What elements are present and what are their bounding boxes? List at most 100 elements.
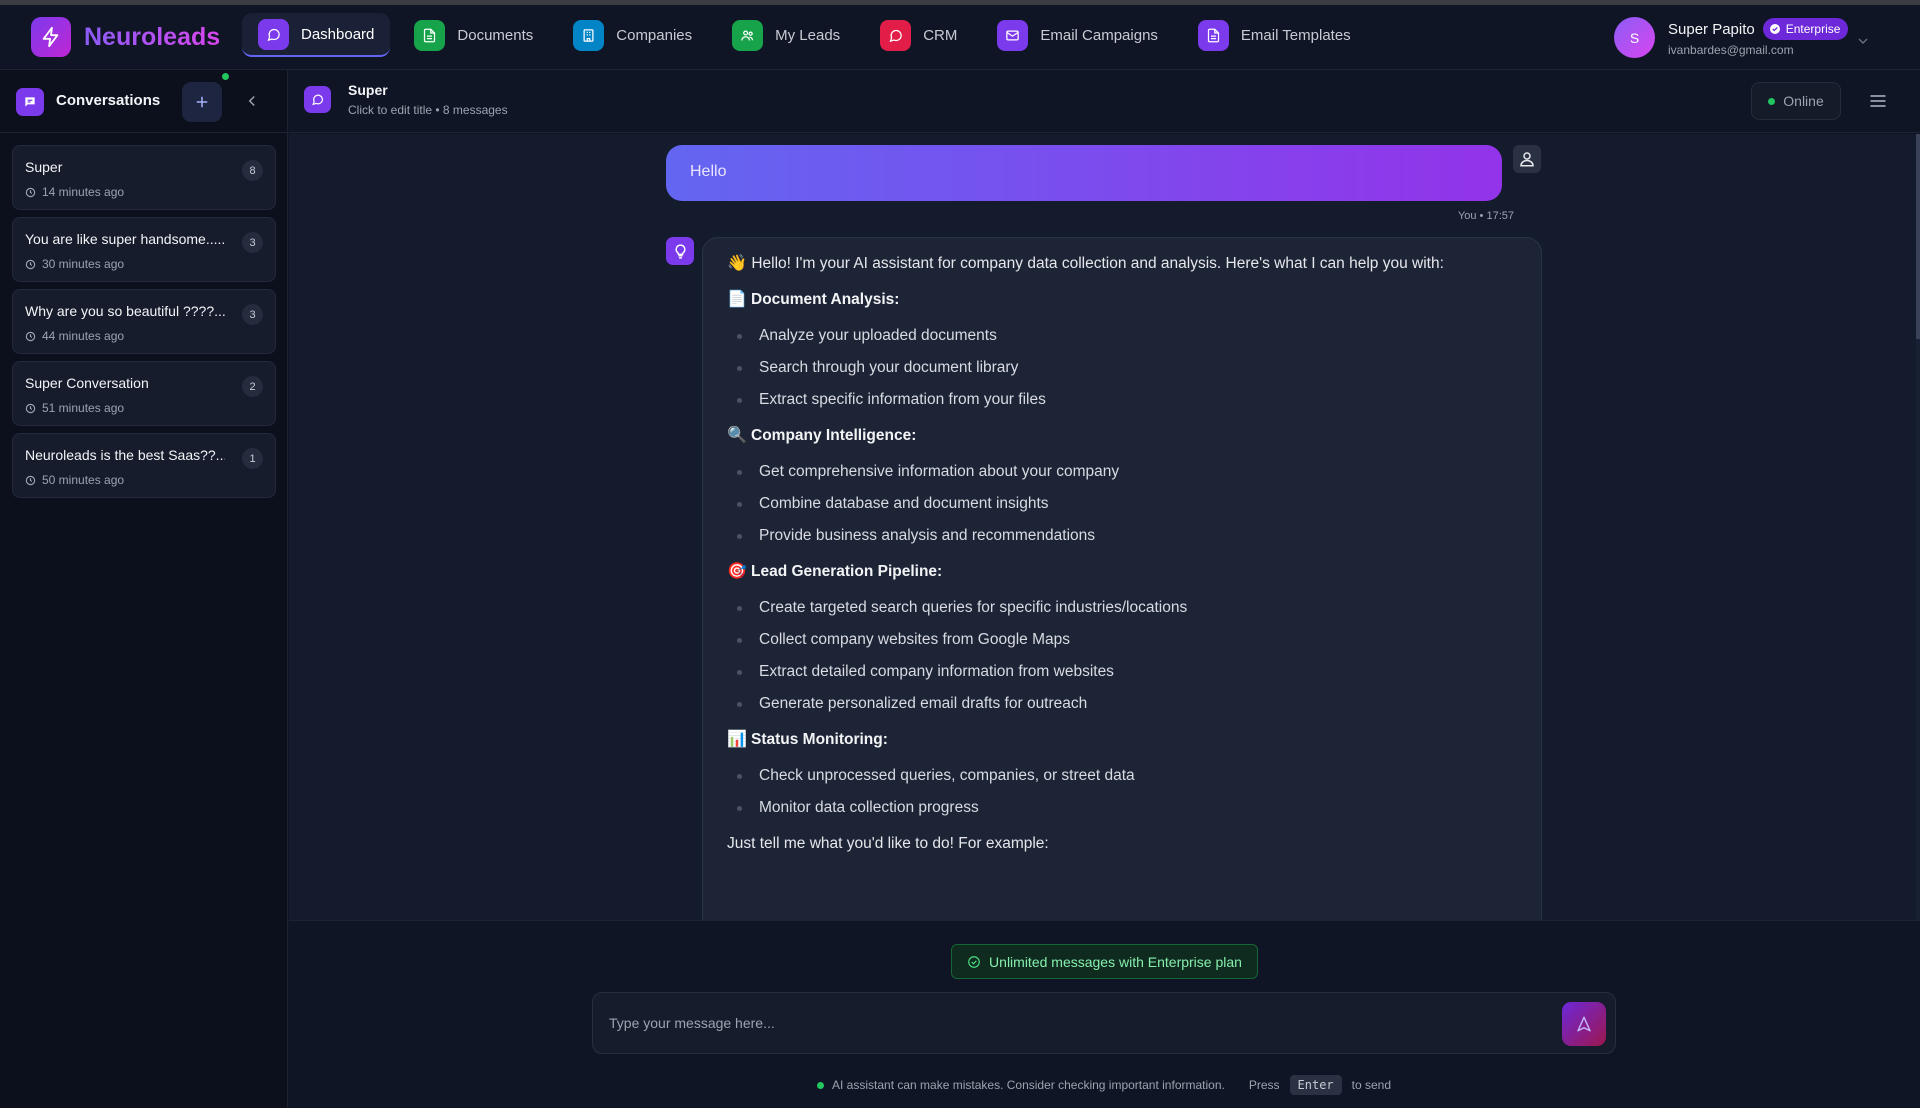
section-heading: 📊 Status Monitoring: <box>727 730 1517 750</box>
composer-area: Unlimited messages with Enterprise plan … <box>289 920 1920 1108</box>
conversation-time-label: 30 minutes ago <box>42 257 125 271</box>
nav-label: CRM <box>923 26 958 44</box>
scrollbar[interactable] <box>1916 134 1920 920</box>
brand-logo[interactable]: Neuroleads <box>31 17 220 57</box>
feature-list: Analyze your uploaded documents Search t… <box>727 326 1517 410</box>
to-send-label: to send <box>1351 1078 1392 1092</box>
user-menu[interactable]: S Super Papito Enterprise ivanbardes@gma… <box>1614 17 1849 58</box>
section-heading-text: Status Monitoring: <box>751 731 888 748</box>
scrollbar-thumb[interactable] <box>1916 134 1920 339</box>
clock-icon <box>25 187 36 197</box>
clock-icon <box>25 331 36 341</box>
conversation-title: Super <box>25 159 63 175</box>
nav-my-leads[interactable]: My Leads <box>716 13 856 57</box>
conversation-title: Super Conversation <box>25 375 149 391</box>
brand-name: Neuroleads <box>84 22 221 51</box>
check-circle-icon <box>968 955 980 968</box>
enter-key: Enter <box>1289 1075 1342 1095</box>
conversation-time-label: 50 minutes ago <box>42 473 125 487</box>
message-count-badge: 1 <box>242 448 263 469</box>
nav-dashboard[interactable]: Dashboard <box>242 13 391 57</box>
list-item: Analyze your uploaded documents <box>727 326 1517 346</box>
chat-icon <box>880 19 912 51</box>
message-meta: You • 17:57 <box>1457 210 1514 222</box>
conversation-time-label: 14 minutes ago <box>42 185 125 199</box>
user-message: Hello <box>666 145 1502 201</box>
mail-icon <box>997 19 1029 51</box>
check-circle-icon <box>1769 24 1780 34</box>
message-count-badge: 3 <box>242 304 263 325</box>
message-count-badge: 2 <box>242 376 263 397</box>
nav-label: Companies <box>616 26 693 44</box>
list-item: Generate personalized email drafts for o… <box>727 694 1517 714</box>
conversation-item[interactable]: Super 14 minutes ago 8 <box>12 145 276 210</box>
chat-subtitle: Click to edit title • 8 messages <box>348 103 508 117</box>
message-count-badge: 8 <box>242 160 263 181</box>
nav-email-templates[interactable]: Email Templates <box>1182 13 1367 57</box>
conversation-item[interactable]: Super Conversation 51 minutes ago 2 <box>12 361 276 426</box>
feature-list: Create targeted search queries for speci… <box>727 598 1517 714</box>
document-emoji: 📄 <box>727 291 747 308</box>
top-header: Neuroleads Dashboard Documents Companies… <box>0 5 1920 70</box>
conversation-title: Neuroleads is the best Saas??... <box>25 447 225 463</box>
section-heading: 📄 Document Analysis: <box>727 290 1517 310</box>
conversation-time: 51 minutes ago <box>25 401 124 415</box>
feature-list: Get comprehensive information about your… <box>727 462 1517 546</box>
list-item: Search through your document library <box>727 358 1517 378</box>
clock-icon <box>25 259 36 269</box>
conversation-title: You are like super handsome...... <box>25 231 225 247</box>
message-square-icon <box>16 88 44 116</box>
chevron-down-icon[interactable] <box>1855 33 1871 54</box>
chat-header: Super Click to edit title • 8 messages O… <box>289 70 1920 133</box>
plus-icon <box>196 96 208 108</box>
press-label: Press <box>1248 1078 1280 1092</box>
nav-documents[interactable]: Documents <box>398 13 549 57</box>
plan-notice: Unlimited messages with Enterprise plan <box>951 944 1258 979</box>
nav-label: Dashboard <box>301 25 375 43</box>
list-item: Get comprehensive information about your… <box>727 462 1517 482</box>
nav-crm[interactable]: CRM <box>864 13 973 57</box>
chat-messages[interactable]: Hello You • 17:57 👋 Hello! I'm your AI a… <box>289 134 1920 920</box>
section-heading: 🎯 Lead Generation Pipeline: <box>727 562 1517 582</box>
new-conversation-button[interactable] <box>182 82 222 122</box>
section-heading-text: Lead Generation Pipeline: <box>751 563 943 580</box>
search-emoji: 🔍 <box>727 427 747 444</box>
nav-label: My Leads <box>775 26 841 44</box>
building-icon <box>573 19 605 51</box>
sidebar-title: Conversations <box>56 92 161 109</box>
clock-icon <box>25 475 36 485</box>
section-heading-text: Company Intelligence: <box>751 427 917 444</box>
clock-icon <box>25 403 36 413</box>
chart-emoji: 📊 <box>727 731 747 748</box>
list-item: Extract detailed company information fro… <box>727 662 1517 682</box>
message-input-container <box>592 992 1616 1054</box>
chat-title[interactable]: Super <box>348 82 388 98</box>
document-icon <box>1197 19 1229 51</box>
conversation-item[interactable]: You are like super handsome...... 30 min… <box>12 217 276 282</box>
conversation-item[interactable]: Neuroleads is the best Saas??... 50 minu… <box>12 433 276 498</box>
chevron-left-icon <box>248 95 255 107</box>
section-heading: 🔍 Company Intelligence: <box>727 426 1517 446</box>
list-item: Collect company websites from Google Map… <box>727 630 1517 650</box>
plan-label: Enterprise <box>1785 22 1841 36</box>
chat-icon <box>304 86 331 113</box>
status-dot <box>222 73 229 80</box>
list-item: Check unprocessed queries, companies, or… <box>727 766 1517 786</box>
nav-email-campaigns[interactable]: Email Campaigns <box>981 13 1174 57</box>
conversation-list: Super 14 minutes ago 8 You are like supe… <box>12 145 276 505</box>
send-icon <box>1577 1016 1591 1032</box>
conversation-item[interactable]: Why are you so beautiful ????... 44 minu… <box>12 289 276 354</box>
nav-label: Documents <box>457 26 534 44</box>
feature-list: Check unprocessed queries, companies, or… <box>727 766 1517 818</box>
list-item: Extract specific information from your f… <box>727 390 1517 410</box>
menu-icon[interactable] <box>1868 91 1888 116</box>
list-item: Combine database and document insights <box>727 494 1517 514</box>
nav-companies[interactable]: Companies <box>557 13 708 57</box>
document-icon <box>414 19 446 51</box>
message-input[interactable] <box>609 1006 1509 1040</box>
plan-badge: Enterprise <box>1762 18 1849 40</box>
collapse-sidebar-button[interactable] <box>243 92 261 115</box>
send-button[interactable] <box>1562 1002 1606 1046</box>
users-icon <box>732 19 764 51</box>
lightbulb-icon <box>666 237 694 265</box>
